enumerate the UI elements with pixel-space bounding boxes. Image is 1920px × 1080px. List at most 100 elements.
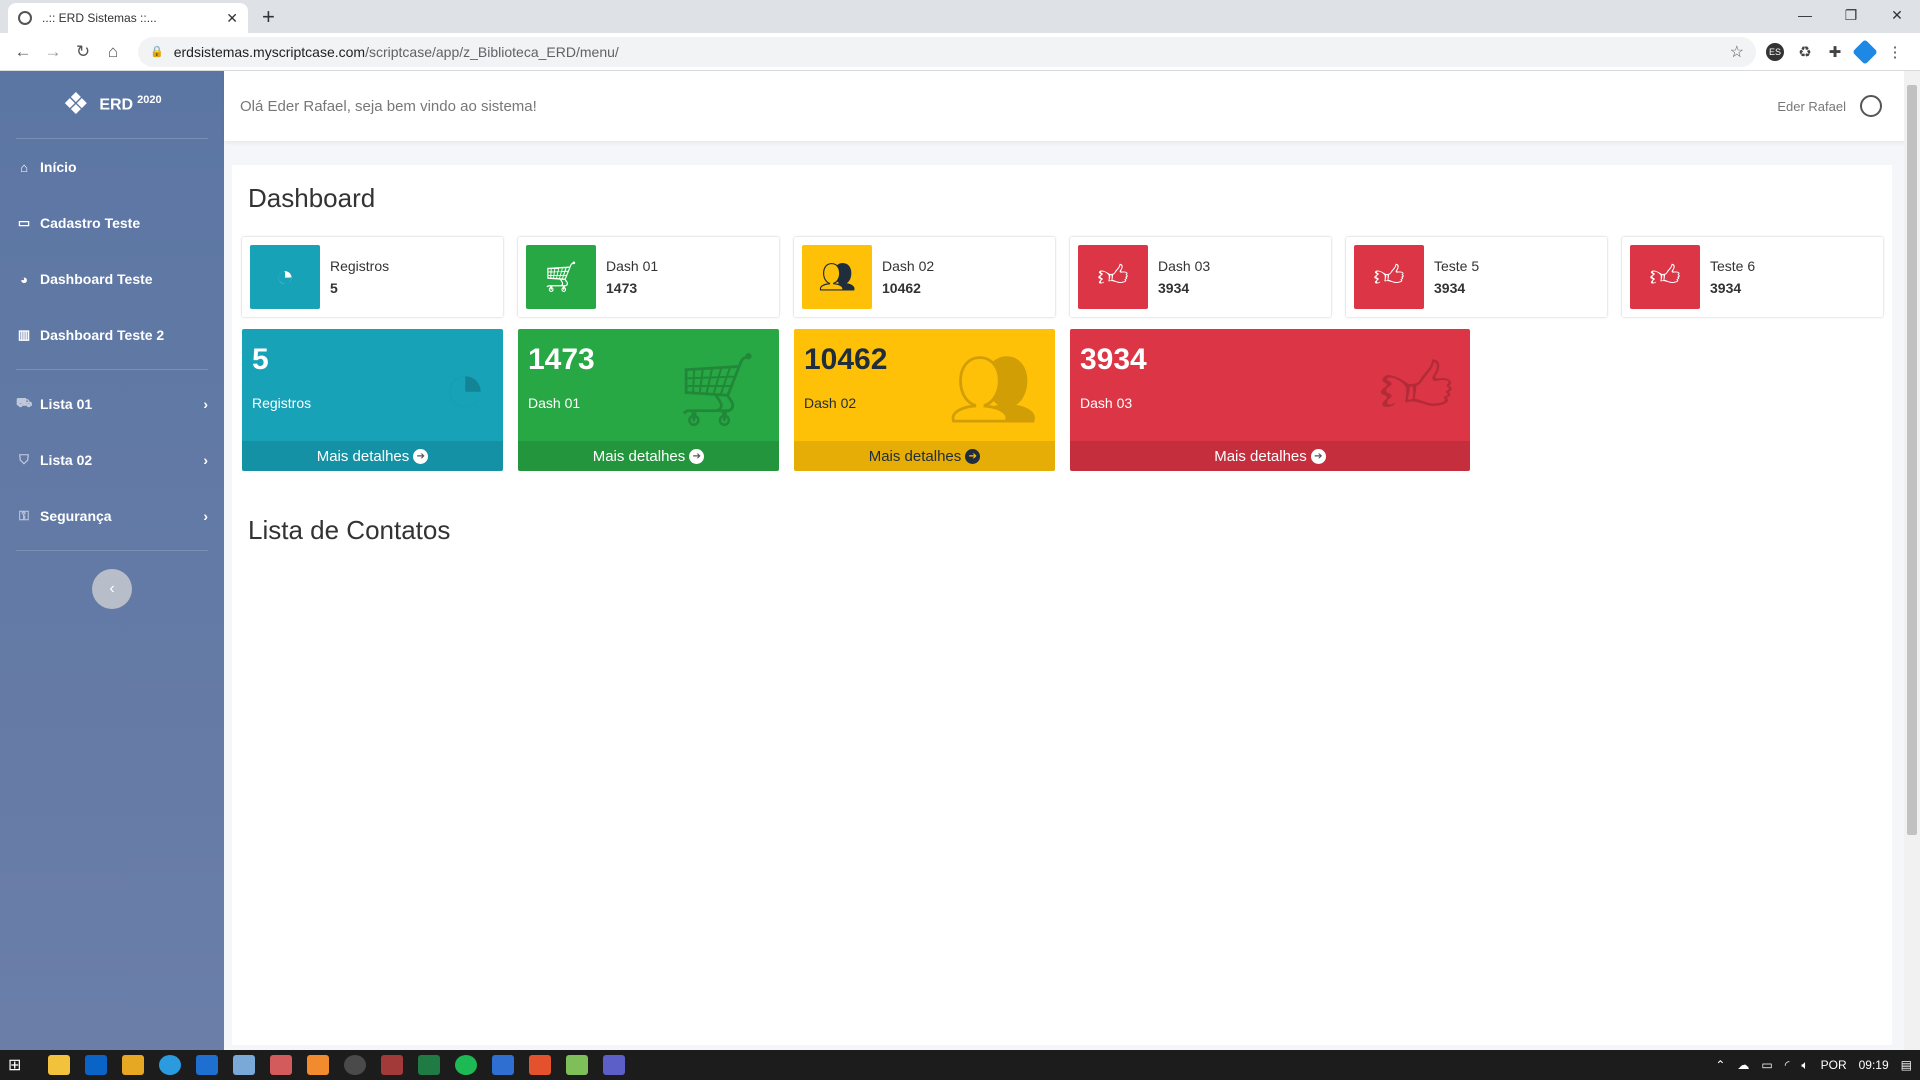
brand[interactable]: ❖ ERD 2020: [16, 71, 208, 139]
cubes-logo-icon: ❖: [62, 88, 90, 121]
sidebar: ❖ ERD 2020 ⌂ Início ▭ Cadastro Teste ◕ Dashb…: [0, 71, 224, 1050]
cart-icon: 🛒︎: [671, 350, 763, 430]
system-tray: ⌃ ☁ ▭ ◜ 🔈︎ POR 09:19 ▤: [1715, 1058, 1912, 1073]
info-box-value: 3934: [1434, 280, 1466, 296]
back-arrow-icon[interactable]: ←: [8, 42, 38, 62]
window-controls: — ❐ ✕: [1782, 0, 1920, 30]
avatar: [1860, 95, 1882, 117]
taskbar-apps: [48, 1055, 625, 1075]
reload-icon[interactable]: ↻: [68, 42, 98, 62]
extension-diamond-icon[interactable]: [1852, 38, 1878, 65]
excel-icon[interactable]: [418, 1055, 440, 1075]
info-box-label: Dash 01: [606, 258, 659, 274]
clock[interactable]: 09:19: [1859, 1058, 1889, 1072]
windows-taskbar: ⊞ ⌃ ☁ ▭ ◜ 🔈︎ POR 09:19 ▤: [0, 1050, 1920, 1080]
folder-icon[interactable]: [122, 1055, 144, 1075]
app-icon[interactable]: [270, 1055, 292, 1075]
file-explorer-icon[interactable]: [48, 1055, 70, 1075]
bookmark-star-icon[interactable]: ☆: [1730, 42, 1744, 62]
brave-icon[interactable]: [529, 1055, 551, 1075]
brand-name: ERD 2020: [99, 94, 162, 114]
chrome-icon[interactable]: [344, 1055, 366, 1075]
info-box-label: Registros: [330, 258, 390, 274]
sidebar-submenu: ⛟ Lista 01 › ⛉ Lista 02 › ⚿ Segurança ›: [16, 376, 208, 544]
close-window-button[interactable]: ✕: [1874, 0, 1920, 30]
bar-chart-icon: ▥: [17, 327, 31, 342]
sidebar-item-dashboard-teste[interactable]: ◕ Dashboard Teste: [16, 251, 208, 307]
language-indicator[interactable]: POR: [1821, 1058, 1847, 1072]
user-menu[interactable]: Eder Rafael: [1777, 95, 1882, 117]
minimize-button[interactable]: —: [1782, 0, 1828, 30]
edge-icon[interactable]: [159, 1055, 181, 1075]
more-details-link[interactable]: Mais detalhes ➔: [794, 441, 1055, 471]
tab-close-icon[interactable]: ✕: [226, 10, 238, 27]
volume-icon[interactable]: 🔈︎: [1801, 1058, 1808, 1073]
notepad-icon[interactable]: [233, 1055, 255, 1075]
new-tab-button[interactable]: +: [262, 4, 275, 30]
sidebar-item-cadastro-teste[interactable]: ▭ Cadastro Teste: [16, 195, 208, 251]
kebab-menu-icon[interactable]: ⋮: [1886, 43, 1904, 61]
small-box-value: 3934: [1080, 343, 1147, 376]
small-box-dash-01: 1473 Dash 01 🛒︎ Mais detalhes ➔: [518, 329, 779, 471]
info-box-teste-6: 👍︎ Teste 6 3934: [1622, 237, 1883, 317]
main-area: Olá Eder Rafael, seja bem vindo ao siste…: [224, 71, 1920, 1050]
notifications-icon[interactable]: ▤: [1901, 1058, 1912, 1072]
window-app-icon[interactable]: [566, 1055, 588, 1075]
sidebar-item-label: Dashboard Teste: [40, 271, 153, 287]
spotify-icon[interactable]: [455, 1055, 477, 1075]
sidebar-item-seguranca[interactable]: ⚿ Segurança ›: [16, 488, 208, 544]
windows-start-icon[interactable]: ⊞: [8, 1055, 38, 1075]
info-box-label: Dash 02: [882, 258, 935, 274]
app-shell: ❖ ERD 2020 ⌂ Início ▭ Cadastro Teste ◕ Dashb…: [0, 71, 1920, 1050]
small-box-registros: 5 Registros ◔ Mais detalhes ➔: [242, 329, 503, 471]
recycle-extension-icon[interactable]: ♻: [1796, 43, 1814, 61]
sublime-icon[interactable]: [307, 1055, 329, 1075]
browser-tab-strip: ..:: ERD Sistemas ::... ✕ + — ❐ ✕: [0, 0, 1920, 33]
sidebar-item-label: Cadastro Teste: [40, 215, 141, 231]
address-bar[interactable]: 🔒 erdsistemas.myscriptcase.com/scriptcas…: [138, 36, 1756, 67]
forward-arrow-icon[interactable]: →: [38, 42, 68, 62]
sidebar-item-label: Lista 01: [40, 396, 93, 412]
chevron-up-icon[interactable]: ⌃: [1715, 1058, 1725, 1072]
php-icon[interactable]: [381, 1055, 403, 1075]
sidebar-item-lista-01[interactable]: ⛟ Lista 01 ›: [16, 376, 208, 432]
puzzle-icon[interactable]: ✚: [1826, 43, 1844, 61]
outlook-icon[interactable]: [85, 1055, 107, 1075]
tachometer-icon: ◔: [250, 245, 320, 309]
arrow-circle-right-icon: ➔: [689, 448, 705, 464]
more-details-link[interactable]: Mais detalhes ➔: [1070, 441, 1470, 471]
users-icon: 👥︎: [947, 350, 1039, 430]
info-box-value: 1473: [606, 280, 638, 296]
browser-tab[interactable]: ..:: ERD Sistemas ::... ✕: [8, 3, 248, 33]
sidebar-collapse-button[interactable]: ‹: [92, 569, 132, 609]
info-box-label: Dash 03: [1158, 258, 1211, 274]
scrollbar[interactable]: [1904, 71, 1920, 1050]
sidebar-item-lista-02[interactable]: ⛉ Lista 02 ›: [16, 432, 208, 488]
dashboard-content: Dashboard ◔ Registros 5 🛒︎ Dash 01 1473 👥︎…: [232, 165, 1892, 1045]
word-doc-icon[interactable]: [492, 1055, 514, 1075]
restore-button[interactable]: ❐: [1828, 0, 1874, 30]
cart-icon: 🛒︎: [526, 245, 596, 309]
chevron-right-icon: ›: [203, 508, 208, 524]
sidebar-item-label: Dashboard Teste 2: [40, 327, 165, 343]
tags-icon: ⛉: [19, 452, 29, 467]
info-box-value: 3934: [1710, 280, 1742, 296]
brand-year: 2020: [137, 94, 162, 107]
extension-es-icon[interactable]: ES: [1766, 42, 1784, 61]
mail-icon[interactable]: [196, 1055, 218, 1075]
sidebar-item-label: Início: [40, 159, 77, 175]
more-details-link[interactable]: Mais detalhes ➔: [242, 441, 503, 471]
chevron-right-icon: ›: [203, 452, 208, 468]
small-box-label: Dash 03: [1080, 395, 1133, 411]
sidebar-item-inicio[interactable]: ⌂ Início: [16, 139, 208, 195]
home-icon: ⌂: [20, 159, 28, 175]
sidebar-item-dashboard-teste-2[interactable]: ▥ Dashboard Teste 2: [16, 307, 208, 363]
battery-icon[interactable]: ▭: [1761, 1058, 1772, 1072]
cloud-icon[interactable]: ☁: [1737, 1058, 1749, 1072]
truck-icon: ⛟: [16, 395, 33, 410]
wifi-icon[interactable]: ◜: [1785, 1058, 1790, 1072]
home-icon[interactable]: ⌂: [98, 42, 128, 62]
more-details-link[interactable]: Mais detalhes ➔: [518, 441, 779, 471]
teams-icon[interactable]: [603, 1055, 625, 1075]
scrollbar-thumb[interactable]: [1907, 85, 1917, 835]
